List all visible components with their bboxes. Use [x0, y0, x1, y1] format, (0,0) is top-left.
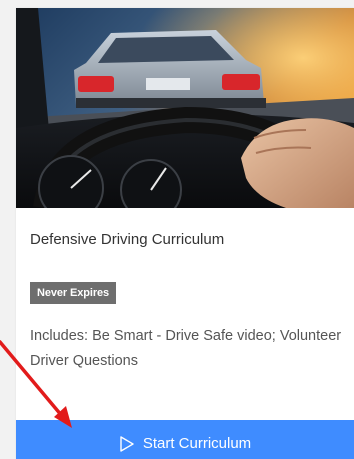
play-outline-icon — [119, 435, 135, 452]
curriculum-description: Includes: Be Smart - Drive Safe video; V… — [30, 328, 342, 369]
expiry-badge: Never Expires — [30, 282, 117, 304]
curriculum-title: Defensive Driving Curriculum — [30, 231, 225, 248]
curriculum-card: Defensive Driving Curriculum Never Expir… — [16, 8, 354, 459]
page: Defensive Driving Curriculum Never Expir… — [0, 0, 354, 459]
curriculum-image — [16, 8, 354, 208]
start-curriculum-label: Start Curriculum — [142, 435, 252, 452]
start-curriculum-button[interactable]: Start Curriculum — [16, 420, 354, 459]
